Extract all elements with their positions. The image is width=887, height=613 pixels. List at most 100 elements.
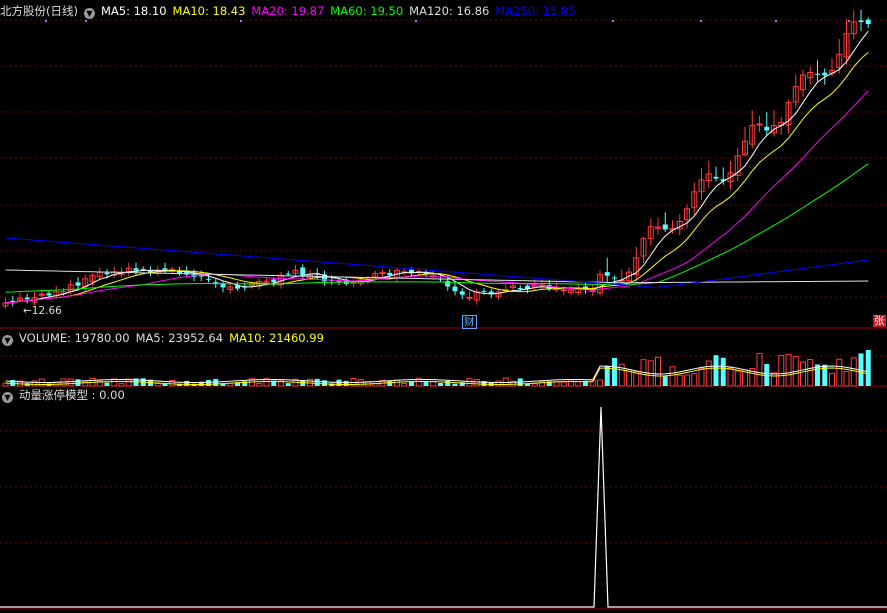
volume-ma-value-0: VOLUME: 19780.00 [19,331,130,345]
volume-bar [539,380,545,387]
volume-bar [705,360,712,387]
volume-bar [713,355,719,386]
price-panel-header: 北方股份(日线) ▼ MA5: 18.10 MA10: 18.43 MA20: 19.8… [0,3,588,19]
volume-bar [655,356,661,387]
candle-body [517,288,523,290]
volume-bar [684,374,690,387]
volume-bar [662,376,668,386]
volume-bar [698,367,705,387]
candle-body [387,272,393,276]
ma5-line [5,30,869,304]
indicator-panel-header: ▼ 动量涨停模型 : 0.00 [0,387,131,403]
volume-bar [850,357,857,387]
volume-ma10-line [5,367,869,385]
candle-body [379,272,386,275]
volume-bar [285,383,291,386]
volume-bar [785,354,792,387]
candle-body [865,19,871,24]
volume-bar [676,374,683,387]
signal-dot [45,20,47,22]
volume-bar [473,378,480,387]
volume-bar [531,383,538,387]
candle-body [104,272,110,275]
chevron-down-icon[interactable]: ▼ [2,335,13,346]
chevron-down-icon[interactable]: ▼ [2,392,13,403]
volume-bar [466,378,473,387]
volume-bar [343,380,349,386]
volume-bar [669,366,676,387]
low-price-marker: ←12.66 [23,305,62,317]
volume-bar [118,383,125,387]
price-ma-value-1: MA10: 18.43 [172,4,246,18]
signal-dot [848,20,850,22]
price-ma-value-5: MA250: 15.85 [495,4,576,18]
event-zhang-badge[interactable]: 张 [873,315,886,327]
volume-bar [865,350,871,386]
candle-body [858,20,864,22]
volume-bar [184,380,190,386]
signal-dot [415,20,417,22]
volume-bar [322,380,327,386]
volume-bar [314,378,320,386]
event-cai-badge[interactable]: 财 [462,315,477,329]
candle-body [466,296,473,299]
candle-body [612,277,617,279]
price-ma-value-2: MA20: 19.87 [251,4,325,18]
signal-dot [775,20,777,22]
volume-ma-value-1: MA5: 23952.64 [135,331,224,345]
candle-body [38,293,45,296]
candle-body [271,279,277,283]
volume-bar [807,359,814,387]
indicator-label: 动量涨停模型 : 0.00 [19,388,125,402]
candle-body [133,268,139,271]
volume-panel-header: ▼ VOLUME: 19780.00 MA5: 23952.64 MA10: 2146… [0,330,336,346]
volume-bar [560,381,567,387]
candle-body [459,291,465,295]
candle-body [815,73,820,75]
candle-body [756,123,763,126]
volume-ma-value-2: MA10: 21460.99 [229,331,324,345]
candle-body [162,268,168,271]
candle-body [220,284,226,288]
candle-body [206,278,211,280]
volume-bar [67,378,74,387]
volume-bar [612,357,617,386]
volume-bar [771,372,777,387]
stock-title: 北方股份(日线) [0,4,78,18]
volume-bar [727,367,734,387]
candle-body [662,224,668,230]
candle-body [764,126,770,131]
volume-bar [843,371,850,387]
chevron-down-icon[interactable]: ▼ [83,8,95,19]
volume-bar [104,382,110,386]
volume-bar [800,361,806,387]
candle-body [452,286,458,292]
volume-bar [31,380,38,387]
candle-body [713,176,719,179]
volume-ma5-line [5,365,869,383]
volume-bar [206,379,211,386]
volume-bar [691,373,698,387]
signal-dot [85,20,87,22]
signal-dot [240,20,242,22]
price-ma-value-4: MA120: 16.86 [409,4,490,18]
volume-bar [452,383,458,386]
ma10-line [5,52,869,304]
candle-body [75,282,81,286]
candle-body [604,272,610,276]
candle-body [481,290,487,292]
volume-bar [836,358,843,387]
candle-body [822,72,828,76]
volume-bar [111,378,118,387]
volume-bar [495,380,502,387]
volume-bar [568,379,574,387]
volume-bar [597,379,603,387]
candle-body [285,273,291,275]
volume-bar [401,382,408,387]
volume-bar [256,382,263,387]
volume-bar [829,372,835,387]
price-ma-value-0: MA5: 18.10 [100,4,167,18]
price-ma-value-3: MA60: 19.50 [330,4,404,18]
candle-body [46,293,52,296]
volume-bar [575,381,582,387]
